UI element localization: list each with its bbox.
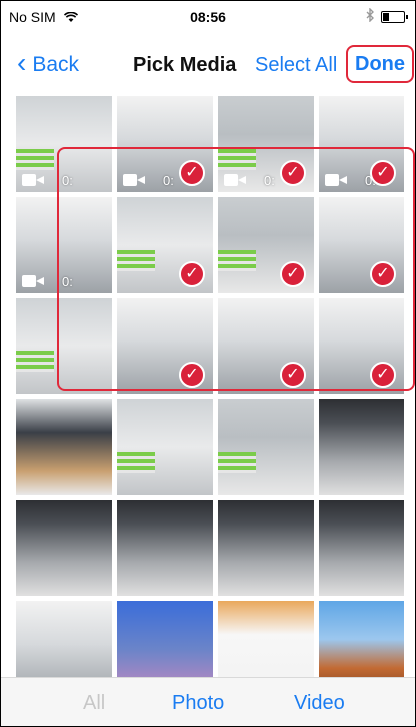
checkmark-icon: ✓ xyxy=(179,362,205,388)
video-camera-icon xyxy=(123,174,145,186)
media-thumbnail[interactable]: 0: xyxy=(16,96,112,192)
checkmark-icon: ✓ xyxy=(370,362,396,388)
video-duration: 0: xyxy=(62,173,73,188)
media-thumbnail[interactable]: 0: ✓ xyxy=(117,96,213,192)
thumbnail-image xyxy=(319,500,404,596)
video-camera-icon xyxy=(22,275,44,287)
select-all-button[interactable]: Select All xyxy=(255,54,337,77)
video-camera-icon xyxy=(325,174,347,186)
media-thumbnail[interactable]: ✓ xyxy=(117,197,213,293)
tab-video[interactable]: Video xyxy=(294,692,345,715)
done-button[interactable]: Done xyxy=(346,45,414,83)
back-label: Back xyxy=(32,53,80,76)
media-thumbnail[interactable]: ✓ xyxy=(319,298,404,394)
tab-all[interactable]: All xyxy=(83,692,105,715)
clock: 08:56 xyxy=(190,9,226,25)
status-right xyxy=(366,7,408,25)
media-thumbnail[interactable] xyxy=(319,399,404,495)
video-camera-icon xyxy=(22,174,44,186)
checkmark-icon: ✓ xyxy=(179,261,205,287)
media-thumbnail[interactable]: 0: ✓ xyxy=(319,96,404,192)
thumbnail-detail xyxy=(16,148,55,170)
checkmark-icon: ✓ xyxy=(280,362,306,388)
media-thumbnail[interactable] xyxy=(218,399,314,495)
media-thumbnail[interactable]: ✓ xyxy=(117,298,213,394)
thumbnail-image xyxy=(218,399,314,495)
checkmark-icon: ✓ xyxy=(370,261,396,287)
thumbnail-detail xyxy=(16,350,55,372)
thumbnail-image xyxy=(117,399,213,495)
back-button[interactable]: ‹ Back xyxy=(17,47,80,79)
thumbnail-image xyxy=(117,500,213,596)
navigation-bar: ‹ Back Pick Media Select All Done xyxy=(1,41,415,89)
media-thumbnail[interactable]: 0: ✓ xyxy=(218,96,314,192)
checkmark-icon: ✓ xyxy=(280,261,306,287)
thumbnail-image xyxy=(218,500,314,596)
media-thumbnail[interactable] xyxy=(16,500,112,596)
thumbnail-detail xyxy=(117,451,156,473)
media-thumbnail[interactable] xyxy=(117,500,213,596)
thumbnail-image xyxy=(16,399,112,495)
media-thumbnail[interactable] xyxy=(16,399,112,495)
media-thumbnail[interactable]: ✓ xyxy=(319,197,404,293)
video-duration: 0: xyxy=(264,173,275,188)
battery-icon xyxy=(381,10,408,23)
filter-tab-bar: All Photo Video xyxy=(1,677,415,726)
bluetooth-icon xyxy=(366,7,375,25)
media-thumbnail[interactable]: ✓ xyxy=(218,298,314,394)
thumbnail-detail xyxy=(218,148,257,170)
video-duration: 0: xyxy=(62,274,73,289)
thumbnail-image xyxy=(319,399,404,495)
media-thumbnail[interactable]: 0: xyxy=(16,197,112,293)
checkmark-icon: ✓ xyxy=(280,160,306,186)
thumbnail-image xyxy=(16,298,112,394)
media-thumbnail[interactable] xyxy=(16,298,112,394)
thumbnail-detail xyxy=(117,249,156,271)
page-title: Pick Media xyxy=(133,54,237,76)
status-bar: No SIM 08:56 xyxy=(1,1,415,37)
chevron-left-icon: ‹ xyxy=(17,47,27,78)
tab-photo[interactable]: Photo xyxy=(172,692,224,715)
checkmark-icon: ✓ xyxy=(370,160,396,186)
thumbnail-detail xyxy=(218,451,257,473)
thumbnail-detail xyxy=(218,249,257,271)
thumbnail-image xyxy=(16,500,112,596)
media-thumbnail[interactable]: ✓ xyxy=(218,197,314,293)
video-duration: 0: xyxy=(163,173,174,188)
video-camera-icon xyxy=(224,174,246,186)
media-thumbnail[interactable] xyxy=(218,500,314,596)
media-grid: 0: 0: ✓ 0: ✓ 0: ✓ 0: ✓ ✓ ✓ ✓ ✓ ✓ xyxy=(16,96,416,697)
media-thumbnail[interactable] xyxy=(319,500,404,596)
checkmark-icon: ✓ xyxy=(179,160,205,186)
media-thumbnail[interactable] xyxy=(117,399,213,495)
